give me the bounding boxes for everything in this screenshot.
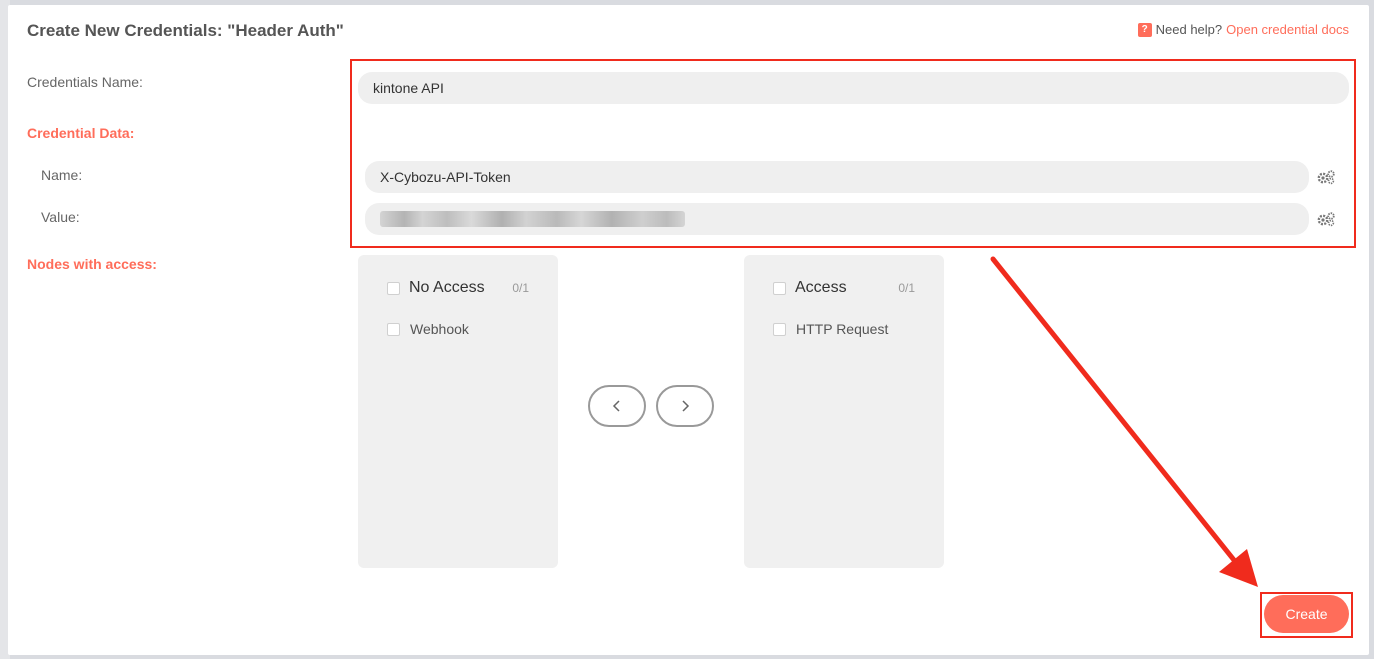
access-select-all-checkbox[interactable] — [773, 281, 786, 295]
move-left-button[interactable] — [588, 385, 646, 427]
list-item[interactable]: HTTP Request — [773, 321, 888, 337]
webhook-checkbox[interactable] — [387, 322, 400, 336]
http-request-label: HTTP Request — [796, 321, 889, 337]
move-right-button[interactable] — [656, 385, 714, 427]
help-icon: ? — [1137, 22, 1152, 37]
access-count: 0/1 — [898, 281, 915, 295]
credential-data-label: Credential Data: — [27, 125, 135, 141]
no-access-title: No Access — [409, 279, 485, 296]
no-access-select-all-checkbox[interactable] — [387, 281, 400, 295]
chevron-right-icon — [682, 400, 690, 412]
webhook-label: Webhook — [410, 321, 469, 337]
form-highlight-box — [350, 59, 1356, 248]
access-title: Access — [795, 279, 847, 296]
access-panel: Access 0/1 HTTP Request — [744, 255, 944, 568]
nodes-with-access-label: Nodes with access: — [27, 256, 157, 272]
list-item[interactable]: Webhook — [387, 321, 469, 337]
help-text: Need help? — [1155, 22, 1223, 37]
credential-docs-link[interactable]: Open credential docs — [1226, 22, 1349, 37]
access-header: Access 0/1 — [773, 279, 915, 297]
create-highlight-box — [1260, 592, 1353, 638]
value-label: Value: — [41, 209, 80, 225]
no-access-header: No Access 0/1 — [387, 279, 529, 297]
chevron-left-icon — [612, 400, 620, 412]
name-label: Name: — [41, 167, 83, 183]
credentials-name-label: Credentials Name: — [27, 74, 143, 90]
no-access-count: 0/1 — [512, 281, 529, 295]
dialog-title: Create New Credentials: "Header Auth" — [27, 21, 344, 40]
help-section: ? Need help? Open credential docs — [1137, 22, 1349, 37]
no-access-panel: No Access 0/1 Webhook — [358, 255, 558, 568]
http-request-checkbox[interactable] — [773, 322, 786, 336]
